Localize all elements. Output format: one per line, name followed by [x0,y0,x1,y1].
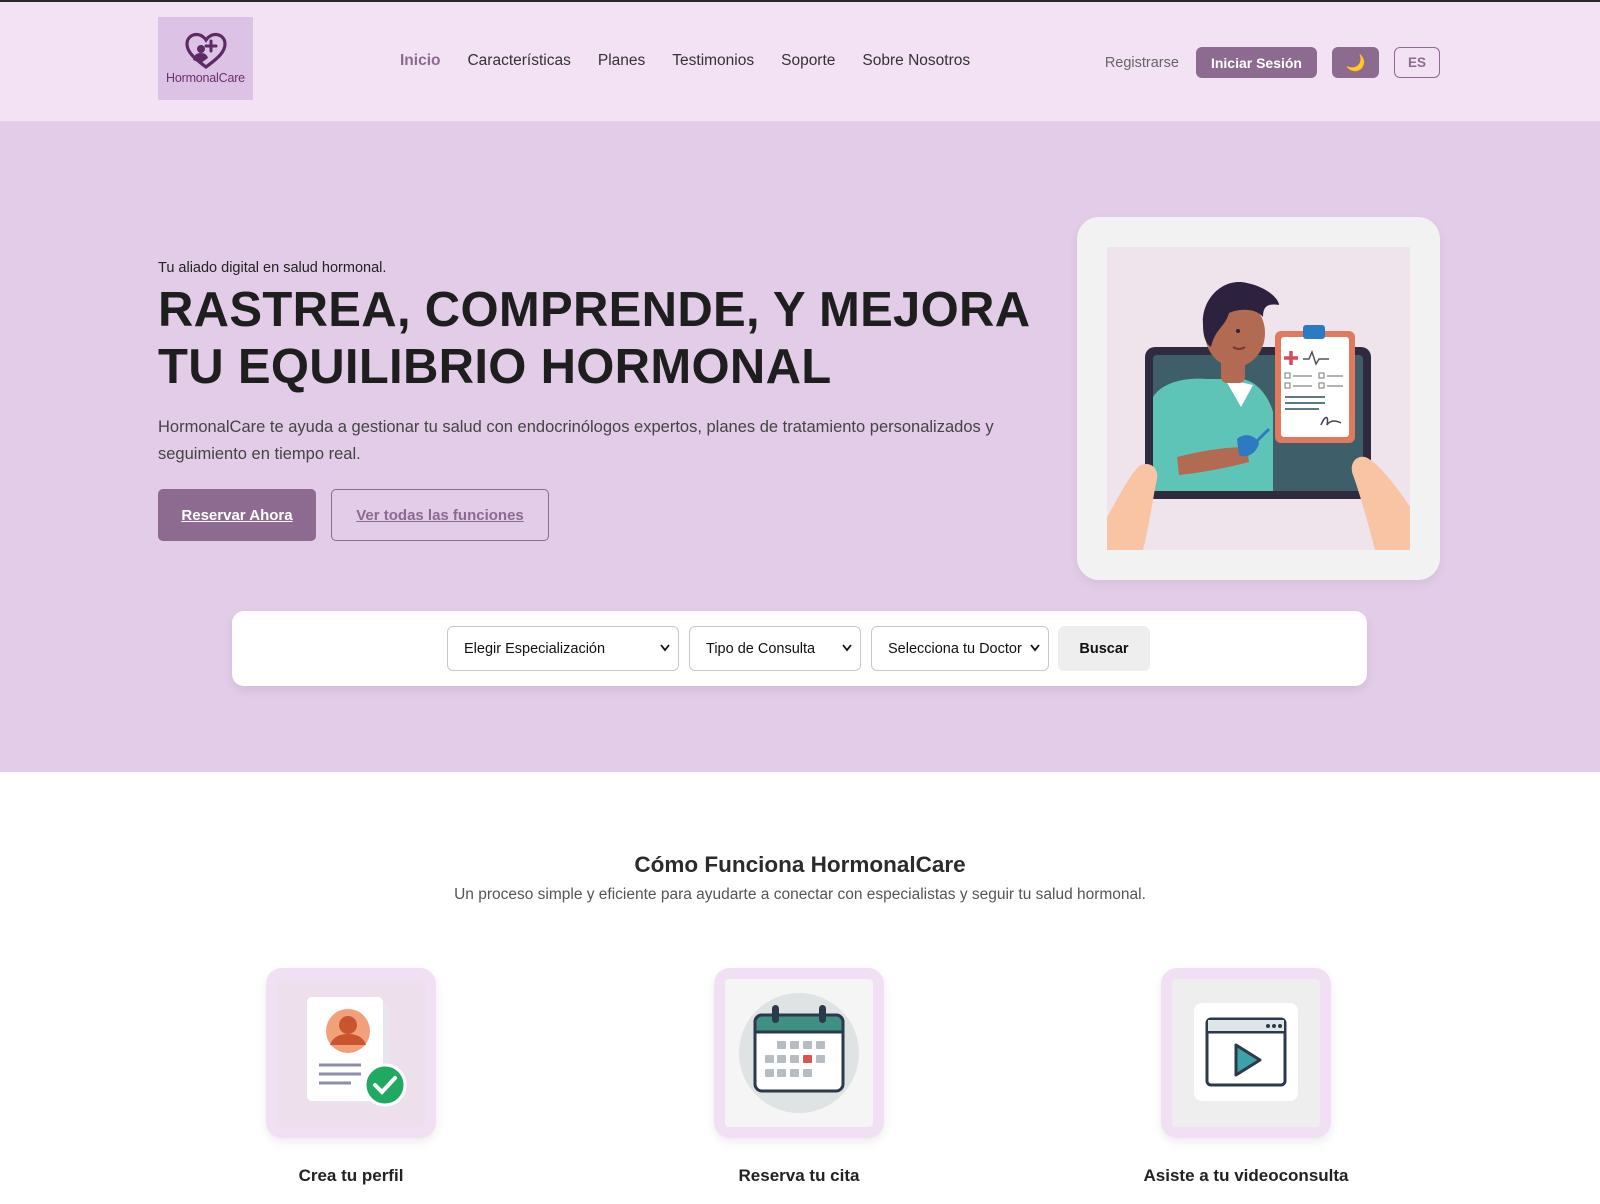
specialization-select[interactable]: Elegir Especialización [447,626,679,671]
how-it-works-title: Cómo Funciona HormonalCare [634,852,966,877]
nav-inicio[interactable]: Inicio [400,52,440,70]
moon-icon: 🌙 [1345,54,1366,72]
chevron-down-icon [1030,644,1040,652]
step-icon-frame [266,968,436,1138]
nav-planes[interactable]: Planes [598,52,645,70]
brand-name: HormonalCare [166,71,245,85]
navbar: HormonalCare Inicio Características Plan… [0,0,1600,122]
brand-logo[interactable]: HormonalCare [158,17,253,100]
hero-illustration-card [1077,217,1440,580]
step-title: Asiste a tu videoconsulta [1143,1166,1349,1185]
video-play-icon [1172,979,1320,1127]
step-icon-frame [714,968,884,1138]
main-nav: Inicio Características Planes Testimonio… [400,52,970,70]
heart-plus-icon [184,32,227,70]
view-features-button[interactable]: Ver todas las funciones [331,489,549,541]
hero-description: HormonalCare te ayuda a gestionar tu sal… [158,418,994,463]
hero-section: Tu aliado digital en salud hormonal. RAS… [0,122,1600,772]
step-title: Crea tu perfil [298,1166,404,1185]
doctor-select-value: Selecciona tu Doctor [888,640,1022,657]
doctor-select[interactable]: Selecciona tu Doctor [871,626,1049,671]
consult-type-select-value: Tipo de Consulta [706,640,816,657]
nav-caracteristicas[interactable]: Características [467,52,570,70]
register-link[interactable]: Registrarse [1105,55,1179,71]
language-button[interactable]: ES [1394,47,1440,78]
search-button[interactable]: Buscar [1058,626,1150,671]
login-button[interactable]: Iniciar Sesión [1195,47,1317,78]
hero-title: RASTREA, COMPRENDE, Y MEJORA TU EQUILIBR… [158,283,1029,394]
nav-soporte[interactable]: Soporte [781,52,835,70]
step-title: Reserva tu cita [738,1166,860,1185]
how-it-works-subtitle: Un proceso simple y eficiente para ayuda… [454,886,1146,903]
step-icon-frame [1161,968,1331,1138]
search-bar: Elegir Especialización Tipo de Consulta … [232,611,1367,686]
consult-type-select[interactable]: Tipo de Consulta [689,626,861,671]
book-now-button[interactable]: Reservar Ahora [158,489,316,541]
doctor-tablet-illustration [1107,247,1410,550]
specialization-select-value: Elegir Especialización [464,640,606,657]
hero-eyebrow: Tu aliado digital en salud hormonal. [158,260,387,276]
calendar-icon [725,979,873,1127]
chevron-down-icon [660,644,670,652]
chevron-down-icon [842,644,852,652]
theme-toggle-button[interactable]: 🌙 [1332,47,1379,78]
profile-check-icon [277,979,425,1127]
nav-testimonios[interactable]: Testimonios [672,52,754,70]
nav-actions: Registrarse Iniciar Sesión 🌙 ES [1105,47,1440,78]
nav-sobre-nosotros[interactable]: Sobre Nosotros [862,52,970,70]
